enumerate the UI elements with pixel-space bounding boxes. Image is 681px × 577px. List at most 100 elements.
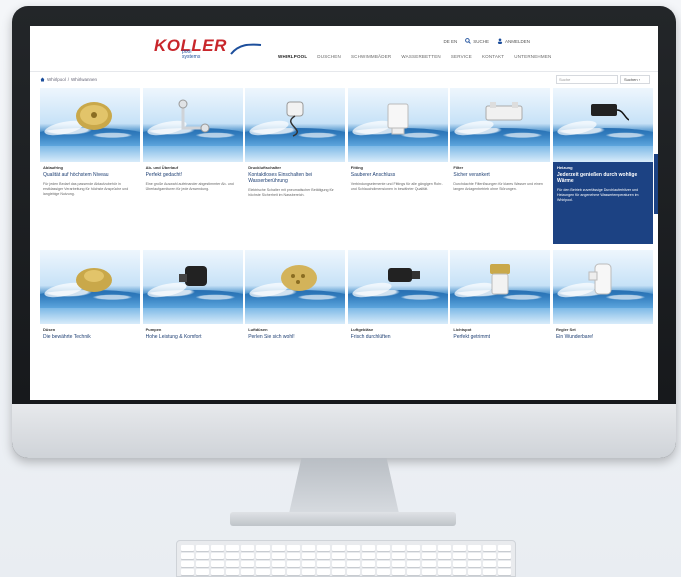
product-meta: Luftdüsen Perlen Sie sich wohl! [245, 324, 345, 347]
search-input[interactable]: Suche [556, 75, 618, 84]
keyboard-key [452, 545, 466, 551]
keyboard-key [301, 569, 315, 575]
product-illustration [482, 98, 526, 135]
nav-item-wasserbetten[interactable]: WASSERBETTEN [401, 54, 441, 59]
language-switch[interactable]: DE EN [443, 39, 457, 44]
keyboard-key [196, 553, 210, 559]
home-icon[interactable] [40, 77, 45, 82]
product-description: Eine große Auswahl aufeinander abgestimm… [145, 182, 234, 191]
keyboard-key [286, 561, 300, 567]
product-category: Lichtspot [453, 327, 472, 332]
product-card[interactable]: Düsen Die bewährte Technik [40, 250, 140, 346]
product-meta: Regler Set Ein Wunderbare! [553, 324, 653, 347]
product-title[interactable]: Ein Wunderbare! [556, 334, 650, 340]
keyboard-key [271, 545, 285, 551]
keyboard-key [482, 561, 496, 567]
product-card[interactable]: Fitting Sauberer Anschluss Verbindungselem… [347, 88, 448, 244]
product-title[interactable]: Sauberer Anschluss [351, 172, 445, 178]
search-button[interactable]: Suchen › [620, 75, 650, 84]
nav-item-service[interactable]: SERVICE [451, 54, 472, 59]
breadcrumb-item[interactable]: Whirlpool [47, 77, 66, 82]
keyboard-key [392, 569, 406, 575]
nav-item-schwimmbaeder[interactable]: SCHWIMMBÄDER [351, 54, 391, 59]
product-image [40, 250, 140, 324]
keyboard-key [211, 553, 225, 559]
keyboard-key [482, 569, 496, 575]
keyboard-key [241, 569, 255, 575]
product-illustration [585, 260, 621, 305]
keyboard-key [226, 561, 240, 567]
product-card[interactable]: Pumpen Hohe Leistung & Komfort [142, 250, 243, 346]
product-card[interactable]: Luftdüsen Perlen Sie sich wohl! [245, 250, 346, 347]
keyboard-key [256, 569, 270, 575]
main-nav: WHIRLPOOL DUSCHEN SCHWIMMBÄDER WASSERBET… [278, 54, 551, 59]
product-illustration [277, 98, 313, 143]
keyboard-key [362, 569, 376, 575]
product-category: Fitting [350, 165, 363, 170]
monitor-stand [288, 458, 400, 518]
keyboard-key [467, 553, 481, 559]
site-header: KOLLER pool systems DE EN SUCHE ANMELDEN… [30, 26, 658, 72]
product-title[interactable]: Hohe Leistung & Komfort [146, 334, 240, 340]
product-title[interactable]: Die bewährte Technik [43, 334, 137, 340]
nav-item-kontakt[interactable]: KONTAKT [482, 54, 504, 59]
product-title[interactable]: Kontaktloses Einschalten bei Wasserberüh… [248, 172, 342, 184]
keyboard-key [241, 561, 255, 567]
product-card[interactable]: Ab- und Überlauf Perfekt gedacht! Eine gro… [142, 88, 243, 244]
product-description: Für jeden Bedarf das passende Ablaufzube… [43, 182, 129, 196]
product-title[interactable]: Sicher verankert [453, 172, 547, 178]
product-illustration [482, 260, 518, 305]
keyboard-key [286, 569, 300, 575]
search-link[interactable]: SUCHE [465, 38, 489, 44]
product-card[interactable]: Luftgebläse Frisch durchlüften [347, 250, 448, 346]
nav-item-unternehmen[interactable]: UNTERNEHMEN [514, 54, 551, 59]
product-description: Für den Betrieb zuverlässige Durchlaufer… [556, 188, 639, 202]
product-description: Verbindungselemente und Fittings für all… [350, 182, 443, 191]
keyboard-key [301, 545, 315, 551]
product-title[interactable]: Perfekt gedacht! [146, 172, 240, 178]
keyboard [176, 540, 516, 577]
product-illustration [175, 260, 219, 301]
product-card[interactable]: Lichtspot Perfekt getrimmt [450, 250, 551, 346]
product-card[interactable]: Ablaufring Qualität auf höchstem Niveau Fü… [40, 88, 140, 244]
product-category: Luftgebläse [350, 327, 374, 332]
product-title[interactable]: Perlen Sie sich wohl! [248, 334, 342, 340]
product-title[interactable]: Perfekt getrimmt [453, 334, 547, 340]
logo-tagline: pool systems [182, 50, 200, 60]
site-logo[interactable]: KOLLER [154, 36, 263, 56]
product-image [347, 250, 448, 324]
keyboard-key [286, 553, 300, 559]
keyboard-key [407, 545, 421, 551]
user-icon [497, 38, 503, 44]
product-card[interactable]: Regler Set Ein Wunderbare! [552, 250, 653, 347]
product-category: Düsen [43, 327, 56, 332]
keyboard-key [196, 561, 210, 567]
search-button-label: Suchen [624, 77, 638, 82]
product-illustration [72, 98, 116, 139]
login-link[interactable]: ANMELDEN [497, 38, 530, 44]
search-icon [465, 38, 471, 44]
keyboard-key [407, 553, 421, 559]
product-image [552, 250, 653, 324]
product-meta: Ablaufring Qualität auf höchstem Niveau Fü… [40, 162, 140, 200]
keyboard-key [377, 569, 391, 575]
keyboard-key [241, 553, 255, 559]
keyboard-key [497, 569, 511, 575]
product-title[interactable]: Frisch durchlüften [351, 334, 445, 340]
breadcrumb: Whirlpool / Whirlwannen [40, 77, 97, 82]
product-title[interactable]: Jederzeit genießen durch wohlige Wärme [557, 172, 649, 184]
nav-item-whirlpool[interactable]: WHIRLPOOL [278, 54, 307, 59]
product-card[interactable]: Heizung Jederzeit genießen durch wohlige … [552, 88, 653, 244]
product-category: Luftdüsen [248, 327, 268, 332]
keyboard-key [226, 569, 240, 575]
keyboard-key [331, 545, 345, 551]
keyboard-key [256, 561, 270, 567]
product-title[interactable]: Qualität auf höchstem Niveau [43, 172, 137, 178]
product-card[interactable]: Druckluftschalter Kontaktloses Einschalte… [245, 88, 346, 244]
keyboard-key [331, 553, 345, 559]
nav-item-duschen[interactable]: DUSCHEN [317, 54, 341, 59]
side-tab[interactable] [654, 154, 658, 214]
product-card[interactable]: Filter Sicher verankert Durchdachte Filter… [450, 88, 551, 244]
keyboard-key [497, 553, 511, 559]
breadcrumb-bar: Whirlpool / Whirlwannen Suche Suchen › [30, 72, 658, 88]
